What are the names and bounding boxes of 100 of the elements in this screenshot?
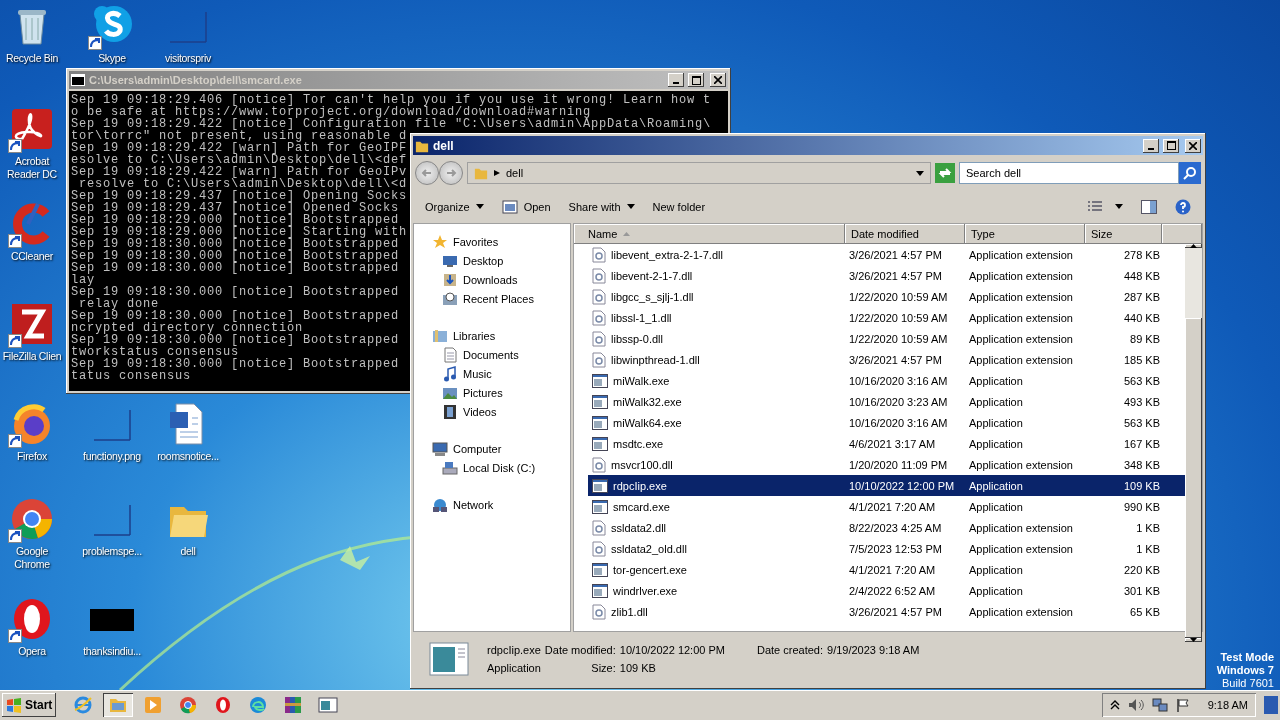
file-row[interactable]: smcard.exe 4/1/2021 7:20 AM Application 990 KB <box>588 496 1185 517</box>
file-name: miWalk64.exe <box>613 416 682 429</box>
nav-item[interactable]: Downloads <box>414 270 570 289</box>
icon-label: dell <box>180 545 196 558</box>
table-cell-text: Application <box>968 563 1024 576</box>
refresh-button[interactable] <box>935 163 955 183</box>
os-watermark-text: Windows 7 <box>1216 664 1274 677</box>
nav-item[interactable]: Libraries <box>414 326 570 345</box>
file-row[interactable]: libwinpthread-1.dll 3/26/2021 4:57 PM Application extension 185 KB <box>588 349 1185 370</box>
file-row[interactable]: miWalk64.exe 10/16/2020 3:16 AM Application 563 KB <box>588 412 1185 433</box>
gear-document-icon <box>592 246 606 263</box>
file-row[interactable]: ssldata2_old.dll 7/5/2023 12:53 PM Application extension 1 KB <box>588 538 1185 559</box>
nav-item[interactable]: Desktop <box>414 251 570 270</box>
column-header[interactable]: Type <box>965 224 1085 244</box>
file-row[interactable]: libevent_extra-2-1-7.dll 3/26/2021 4:57 PM Application extension 278 KB <box>588 244 1185 265</box>
console-line: Sep 19 09:18:29.437 [notice] Opening Socks <box>71 190 408 202</box>
file-name: zlib1.dll <box>611 605 648 618</box>
shortcut-arrow-icon <box>8 629 22 643</box>
table-cell-text: 348 KB <box>1122 458 1161 471</box>
scroll-up-button[interactable] <box>1185 244 1202 248</box>
maximize-icon <box>1166 141 1176 150</box>
file-name: libssp-0.dll <box>611 332 663 345</box>
nav-item[interactable]: Videos <box>414 402 570 421</box>
back-arrow-icon <box>421 167 433 179</box>
nav-item[interactable]: Computer <box>414 439 570 458</box>
back-button[interactable] <box>415 161 439 185</box>
file-row[interactable]: libevent-2-1-7.dll 3/26/2021 4:57 PM Application extension 448 KB <box>588 265 1185 286</box>
file-row[interactable]: rdpcIip.exe 10/10/2022 12:00 PM Application 109 KB <box>588 475 1185 496</box>
preview-pane-icon <box>1141 199 1157 214</box>
table-cell-text: Application extension <box>968 311 1074 324</box>
address-bar[interactable]: dell <box>467 162 931 184</box>
minimize-button[interactable] <box>1143 138 1159 153</box>
close-button[interactable] <box>1185 138 1201 153</box>
view-options-button[interactable] <box>1087 199 1123 214</box>
window-title: C:\Users\admin\Desktop\dell\smcard.exe <box>89 74 303 86</box>
table-cell-text: 10/10/2022 12:00 PM <box>848 479 956 492</box>
maximize-icon <box>691 75 701 85</box>
toolbar-button[interactable]: New folder <box>652 198 706 215</box>
column-header[interactable]: Name <box>574 224 845 244</box>
nav-item[interactable]: Recent Places <box>414 289 570 308</box>
preview-pane-button[interactable] <box>1141 199 1157 214</box>
window-icon <box>592 583 608 598</box>
table-cell-text: 3/26/2021 4:57 PM <box>848 248 943 261</box>
table-cell-text: Application <box>968 479 1024 492</box>
nav-item[interactable]: Favorites <box>414 232 570 251</box>
column-header[interactable]: Size <box>1085 224 1162 244</box>
maximize-button[interactable] <box>688 73 704 87</box>
forward-button[interactable] <box>439 161 463 185</box>
media-player-icon <box>143 695 164 715</box>
table-cell-text: 1/22/2020 10:59 AM <box>848 311 949 324</box>
help-button[interactable] <box>1175 198 1191 215</box>
file-row[interactable]: libgcc_s_sjlj-1.dll 1/22/2020 10:59 AM Application extension 287 KB <box>588 286 1185 307</box>
file-row[interactable]: libssl-1_1.dll 1/22/2020 10:59 AM Application extension 440 KB <box>588 307 1185 328</box>
file-row[interactable]: msvcr100.dll 1/20/2020 11:09 PM Application extension 348 KB <box>588 454 1185 475</box>
search-field[interactable]: Search dell <box>959 162 1179 184</box>
console-line: Sep 19 09:18:30.000 [notice] Bootstrapped <box>71 358 400 370</box>
console-line: Sep 19 09:18:30.000 [notice] Bootstrapped <box>71 250 400 262</box>
table-cell-text: Application extension <box>968 353 1074 366</box>
table-cell-text: 8/22/2023 4:25 AM <box>848 521 943 534</box>
file-row[interactable]: zlib1.dll 3/26/2021 4:57 PM Application extension 65 KB <box>588 601 1185 622</box>
nav-item[interactable]: Music <box>414 364 570 383</box>
table-cell-text: 2/4/2022 6:52 AM <box>848 584 937 597</box>
file-row[interactable]: tor-gencert.exe 4/1/2021 7:20 AM Application 220 KB <box>588 559 1185 580</box>
file-row[interactable]: libssp-0.dll 1/22/2020 10:59 AM Application extension 89 KB <box>588 328 1185 349</box>
console-line: Sep 19 09:18:30.000 [notice] Bootstrapped <box>71 262 400 274</box>
window-icon <box>592 415 608 430</box>
toolbar-button[interactable]: Organize <box>425 198 484 215</box>
table-cell-text: 3/26/2021 4:57 PM <box>848 605 943 618</box>
nav-item[interactable]: Documents <box>414 345 570 364</box>
field-label: Date modified: <box>544 644 616 656</box>
start-button[interactable]: Start <box>2 693 57 717</box>
gear-document-icon <box>592 330 606 347</box>
table-cell-text: 287 KB <box>1122 290 1161 303</box>
scrollbar-thumb[interactable] <box>1185 318 1202 638</box>
file-row[interactable]: ssldata2.dll 8/22/2023 4:25 AM Application extension 1 KB <box>588 517 1185 538</box>
table-cell-text: 109 KB <box>1122 479 1161 492</box>
file-row[interactable]: miWalk.exe 10/16/2020 3:16 AM Application 563 KB <box>588 370 1185 391</box>
scroll-down-button[interactable] <box>1185 638 1202 642</box>
nav-item[interactable]: Pictures <box>414 383 570 402</box>
console-line: Sep 19 09:18:30.000 [notice] Bootstrapped <box>71 286 400 298</box>
nav-item[interactable]: Local Disk (C:) <box>414 458 570 477</box>
search-button[interactable] <box>1179 162 1201 184</box>
taskbar-button[interactable] <box>103 693 134 717</box>
maximize-button[interactable] <box>1163 138 1179 153</box>
file-row[interactable]: windrlver.exe 2/4/2022 6:52 AM Application 301 KB <box>588 580 1185 601</box>
minimize-button[interactable] <box>668 73 684 87</box>
clock-time: 9:18 AM <box>1207 699 1248 711</box>
nav-item[interactable]: Network <box>414 495 570 514</box>
file-name: rdpcIip.exe <box>613 479 667 492</box>
toolbar-button[interactable]: Open <box>501 196 551 217</box>
column-header[interactable]: Date modified <box>845 224 965 244</box>
chevron-up-icon <box>1109 700 1120 710</box>
table-cell-text: 1/20/2020 11:09 PM <box>848 458 949 471</box>
network-icon <box>432 496 448 513</box>
file-row[interactable]: miWalk32.exe 10/16/2020 3:23 AM Application 493 KB <box>588 391 1185 412</box>
star-icon <box>432 233 448 250</box>
close-button[interactable] <box>710 73 726 87</box>
toolbar-button[interactable]: Share with <box>568 198 635 215</box>
file-row[interactable]: msdtc.exe 4/6/2021 3:17 AM Application 167 KB <box>588 433 1185 454</box>
window-icon <box>592 394 608 409</box>
